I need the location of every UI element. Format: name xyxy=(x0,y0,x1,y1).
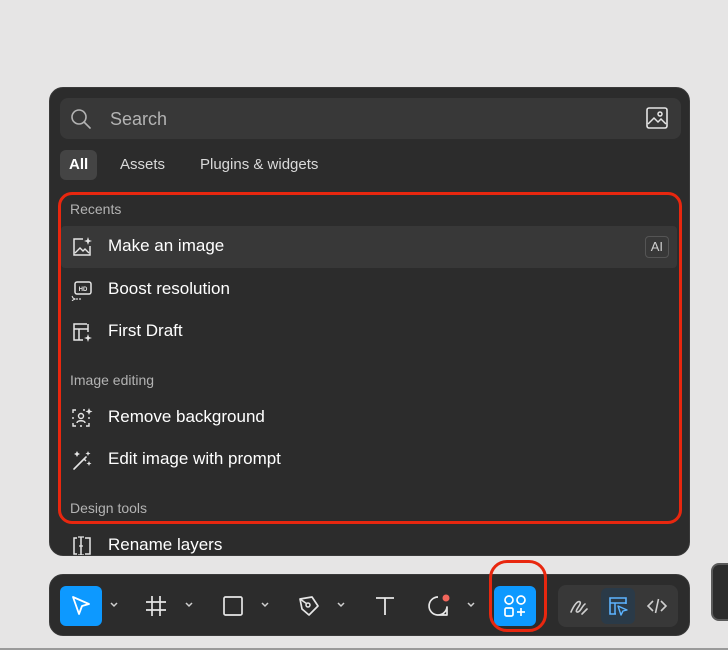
actions-tool-button[interactable] xyxy=(494,586,536,626)
design-mode-button[interactable] xyxy=(601,588,635,624)
action-label: Rename layers xyxy=(108,535,223,554)
svg-text:HD: HD xyxy=(79,287,88,293)
search-icon xyxy=(70,108,92,130)
image-sparkle-icon xyxy=(71,236,93,258)
dev-mode-button[interactable] xyxy=(640,588,674,624)
search-bar[interactable] xyxy=(60,98,681,139)
action-label: Make an image xyxy=(108,236,225,255)
action-label: First Draft xyxy=(108,321,183,340)
hd-upscale-icon: HD xyxy=(71,279,93,301)
pen-nib-icon xyxy=(297,594,321,618)
rectangle-icon xyxy=(221,594,245,618)
action-remove-background[interactable]: Remove background xyxy=(61,397,677,439)
text-t-icon xyxy=(373,594,397,618)
chevron-down-icon[interactable] xyxy=(466,600,476,610)
section-image-editing: Image editing xyxy=(70,372,155,388)
rectangle-tool-button[interactable] xyxy=(212,586,254,626)
action-label: Remove background xyxy=(108,407,265,426)
pen-tool-button[interactable] xyxy=(288,586,330,626)
design-layout-cursor-icon xyxy=(607,595,629,617)
apps-plus-icon xyxy=(502,593,528,619)
action-rename-layers[interactable]: Rename layers xyxy=(61,525,677,555)
side-panel-edge[interactable] xyxy=(711,563,728,621)
magic-wand-icon xyxy=(71,449,93,471)
comment-tool-button[interactable] xyxy=(418,586,460,626)
bottom-toolbar xyxy=(49,574,690,636)
move-tool-button[interactable] xyxy=(60,586,102,626)
tab-assets[interactable]: Assets xyxy=(111,150,174,180)
action-first-draft[interactable]: First Draft xyxy=(61,311,677,353)
action-label: Boost resolution xyxy=(108,279,230,298)
search-input[interactable] xyxy=(108,104,632,135)
chevron-down-icon[interactable] xyxy=(336,600,346,610)
frame-hash-icon xyxy=(144,594,168,618)
action-label: Edit image with prompt xyxy=(108,449,281,468)
section-recents: Recents xyxy=(70,201,122,217)
text-tool-button[interactable] xyxy=(364,586,406,626)
actions-panel: All Assets Plugins & widgets Recents Mak… xyxy=(49,87,690,556)
tab-all[interactable]: All xyxy=(60,150,98,180)
image-search-icon[interactable] xyxy=(645,106,669,130)
action-edit-image-prompt[interactable]: Edit image with prompt xyxy=(61,439,677,481)
ai-badge: AI xyxy=(644,236,669,258)
chevron-down-icon[interactable] xyxy=(260,600,270,610)
remove-bg-icon xyxy=(71,407,93,429)
frame-tool-button[interactable] xyxy=(135,586,177,626)
comment-bubble-icon xyxy=(426,593,452,619)
chevron-down-icon[interactable] xyxy=(184,600,194,610)
draw-squiggle-icon xyxy=(568,595,590,617)
action-boost-resolution[interactable]: HD Boost resolution xyxy=(61,269,677,311)
chevron-down-icon[interactable] xyxy=(109,600,119,610)
mode-switcher xyxy=(558,585,678,627)
rename-cursor-icon xyxy=(71,535,93,555)
cursor-arrow-icon xyxy=(69,594,93,618)
layout-sparkle-icon xyxy=(71,321,93,343)
section-design-tools: Design tools xyxy=(70,500,148,516)
draw-mode-button[interactable] xyxy=(562,588,596,624)
action-make-image[interactable]: Make an image AI xyxy=(61,226,677,268)
code-brackets-icon xyxy=(646,595,668,617)
tab-plugins-widgets[interactable]: Plugins & widgets xyxy=(191,150,327,180)
